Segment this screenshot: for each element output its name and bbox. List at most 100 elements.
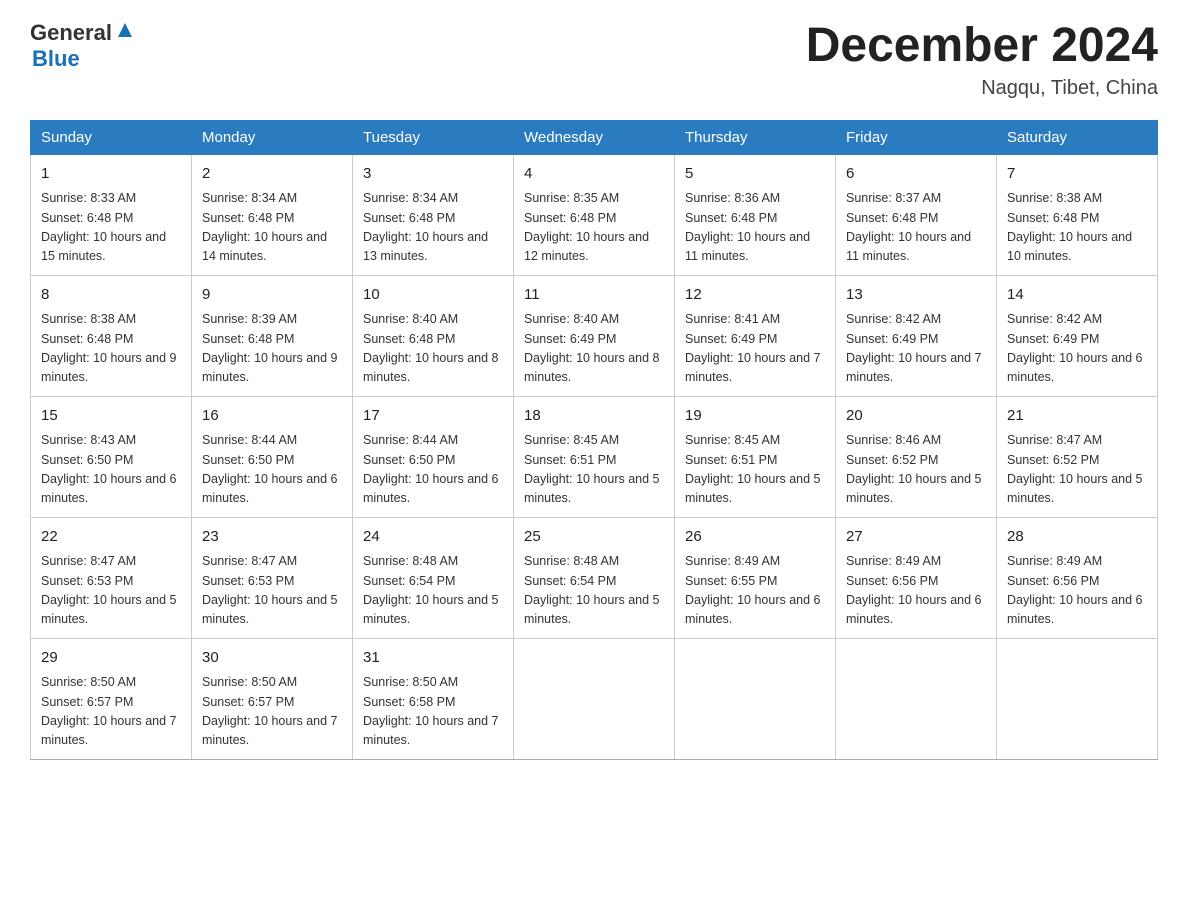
day-info: Sunrise: 8:47 AMSunset: 6:53 PMDaylight:…	[41, 552, 181, 630]
day-info: Sunrise: 8:48 AMSunset: 6:54 PMDaylight:…	[363, 552, 503, 630]
day-number: 24	[363, 526, 503, 549]
day-number: 22	[41, 526, 181, 549]
day-info: Sunrise: 8:46 AMSunset: 6:52 PMDaylight:…	[846, 431, 986, 509]
day-info: Sunrise: 8:50 AMSunset: 6:57 PMDaylight:…	[202, 673, 342, 751]
day-info: Sunrise: 8:35 AMSunset: 6:48 PMDaylight:…	[524, 189, 664, 267]
day-info: Sunrise: 8:48 AMSunset: 6:54 PMDaylight:…	[524, 552, 664, 630]
day-number: 19	[685, 405, 825, 428]
month-title: December 2024	[806, 20, 1158, 73]
calendar-cell: 28 Sunrise: 8:49 AMSunset: 6:56 PMDayligh…	[997, 517, 1158, 638]
logo: General Blue	[30, 20, 136, 72]
calendar-cell: 16 Sunrise: 8:44 AMSunset: 6:50 PMDayligh…	[192, 396, 353, 517]
calendar-cell: 4 Sunrise: 8:35 AMSunset: 6:48 PMDaylight…	[514, 154, 675, 275]
col-header-sunday: Sunday	[31, 120, 192, 154]
day-info: Sunrise: 8:38 AMSunset: 6:48 PMDaylight:…	[41, 310, 181, 388]
day-info: Sunrise: 8:36 AMSunset: 6:48 PMDaylight:…	[685, 189, 825, 267]
location-title: Nagqu, Tibet, China	[806, 77, 1158, 100]
day-number: 3	[363, 163, 503, 186]
calendar-cell: 19 Sunrise: 8:45 AMSunset: 6:51 PMDayligh…	[675, 396, 836, 517]
calendar-cell: 9 Sunrise: 8:39 AMSunset: 6:48 PMDaylight…	[192, 275, 353, 396]
day-info: Sunrise: 8:47 AMSunset: 6:52 PMDaylight:…	[1007, 431, 1147, 509]
calendar-cell: 8 Sunrise: 8:38 AMSunset: 6:48 PMDaylight…	[31, 275, 192, 396]
calendar-cell: 10Sunrise: 8:40 AMSunset: 6:48 PMDayligh…	[353, 275, 514, 396]
calendar-cell: 6Sunrise: 8:37 AMSunset: 6:48 PMDaylight…	[836, 154, 997, 275]
day-number: 14	[1007, 284, 1147, 307]
calendar-cell: 29Sunrise: 8:50 AMSunset: 6:57 PMDayligh…	[31, 638, 192, 759]
calendar-cell: 11 Sunrise: 8:40 AMSunset: 6:49 PMDayligh…	[514, 275, 675, 396]
calendar-table: SundayMondayTuesdayWednesdayThursdayFrid…	[30, 120, 1158, 760]
calendar-cell: 13Sunrise: 8:42 AMSunset: 6:49 PMDayligh…	[836, 275, 997, 396]
calendar-cell: 5 Sunrise: 8:36 AMSunset: 6:48 PMDaylight…	[675, 154, 836, 275]
day-info: Sunrise: 8:41 AMSunset: 6:49 PMDaylight:…	[685, 310, 825, 388]
day-info: Sunrise: 8:34 AMSunset: 6:48 PMDaylight:…	[363, 189, 503, 267]
day-number: 1	[41, 163, 181, 186]
calendar-cell	[997, 638, 1158, 759]
col-header-thursday: Thursday	[675, 120, 836, 154]
day-info: Sunrise: 8:37 AMSunset: 6:48 PMDaylight:…	[846, 189, 986, 267]
week-row-5: 29Sunrise: 8:50 AMSunset: 6:57 PMDayligh…	[31, 638, 1158, 759]
day-number: 17	[363, 405, 503, 428]
calendar-cell: 14 Sunrise: 8:42 AMSunset: 6:49 PMDayligh…	[997, 275, 1158, 396]
day-info: Sunrise: 8:43 AMSunset: 6:50 PMDaylight:…	[41, 431, 181, 509]
day-info: Sunrise: 8:45 AMSunset: 6:51 PMDaylight:…	[685, 431, 825, 509]
day-info: Sunrise: 8:49 AMSunset: 6:56 PMDaylight:…	[846, 552, 986, 630]
day-number: 5	[685, 163, 825, 186]
col-header-friday: Friday	[836, 120, 997, 154]
calendar-cell: 25 Sunrise: 8:48 AMSunset: 6:54 PMDayligh…	[514, 517, 675, 638]
week-row-1: 1 Sunrise: 8:33 AMSunset: 6:48 PMDaylight…	[31, 154, 1158, 275]
day-number: 26	[685, 526, 825, 549]
day-number: 25	[524, 526, 664, 549]
day-number: 7	[1007, 163, 1147, 186]
week-row-3: 15 Sunrise: 8:43 AMSunset: 6:50 PMDayligh…	[31, 396, 1158, 517]
day-number: 18	[524, 405, 664, 428]
calendar-cell: 1 Sunrise: 8:33 AMSunset: 6:48 PMDaylight…	[31, 154, 192, 275]
calendar-cell: 21 Sunrise: 8:47 AMSunset: 6:52 PMDayligh…	[997, 396, 1158, 517]
page-header: General Blue December 2024 Nagqu, Tibet,…	[30, 20, 1158, 100]
day-number: 27	[846, 526, 986, 549]
day-info: Sunrise: 8:33 AMSunset: 6:48 PMDaylight:…	[41, 189, 181, 267]
day-number: 9	[202, 284, 342, 307]
col-header-saturday: Saturday	[997, 120, 1158, 154]
day-info: Sunrise: 8:50 AMSunset: 6:58 PMDaylight:…	[363, 673, 503, 751]
calendar-cell	[675, 638, 836, 759]
day-info: Sunrise: 8:49 AMSunset: 6:56 PMDaylight:…	[1007, 552, 1147, 630]
calendar-cell: 26 Sunrise: 8:49 AMSunset: 6:55 PMDayligh…	[675, 517, 836, 638]
calendar-cell: 23Sunrise: 8:47 AMSunset: 6:53 PMDayligh…	[192, 517, 353, 638]
calendar-cell: 30 Sunrise: 8:50 AMSunset: 6:57 PMDayligh…	[192, 638, 353, 759]
day-number: 4	[524, 163, 664, 186]
col-header-tuesday: Tuesday	[353, 120, 514, 154]
calendar-cell: 31 Sunrise: 8:50 AMSunset: 6:58 PMDayligh…	[353, 638, 514, 759]
title-section: December 2024 Nagqu, Tibet, China	[806, 20, 1158, 100]
logo-general-text: General	[30, 20, 112, 46]
calendar-cell: 3 Sunrise: 8:34 AMSunset: 6:48 PMDaylight…	[353, 154, 514, 275]
logo-triangle-icon	[114, 19, 136, 41]
day-number: 13	[846, 284, 986, 307]
day-info: Sunrise: 8:44 AMSunset: 6:50 PMDaylight:…	[202, 431, 342, 509]
calendar-cell: 2Sunrise: 8:34 AMSunset: 6:48 PMDaylight…	[192, 154, 353, 275]
day-info: Sunrise: 8:47 AMSunset: 6:53 PMDaylight:…	[202, 552, 342, 630]
day-number: 30	[202, 647, 342, 670]
day-info: Sunrise: 8:40 AMSunset: 6:48 PMDaylight:…	[363, 310, 503, 388]
week-row-4: 22 Sunrise: 8:47 AMSunset: 6:53 PMDayligh…	[31, 517, 1158, 638]
day-info: Sunrise: 8:38 AMSunset: 6:48 PMDaylight:…	[1007, 189, 1147, 267]
day-number: 12	[685, 284, 825, 307]
calendar-cell: 18 Sunrise: 8:45 AMSunset: 6:51 PMDayligh…	[514, 396, 675, 517]
day-info: Sunrise: 8:44 AMSunset: 6:50 PMDaylight:…	[363, 431, 503, 509]
day-number: 15	[41, 405, 181, 428]
day-info: Sunrise: 8:39 AMSunset: 6:48 PMDaylight:…	[202, 310, 342, 388]
day-number: 21	[1007, 405, 1147, 428]
day-info: Sunrise: 8:40 AMSunset: 6:49 PMDaylight:…	[524, 310, 664, 388]
col-header-monday: Monday	[192, 120, 353, 154]
week-row-2: 8 Sunrise: 8:38 AMSunset: 6:48 PMDaylight…	[31, 275, 1158, 396]
day-number: 28	[1007, 526, 1147, 549]
calendar-cell: 20Sunrise: 8:46 AMSunset: 6:52 PMDayligh…	[836, 396, 997, 517]
day-number: 31	[363, 647, 503, 670]
day-info: Sunrise: 8:49 AMSunset: 6:55 PMDaylight:…	[685, 552, 825, 630]
calendar-cell	[836, 638, 997, 759]
day-info: Sunrise: 8:42 AMSunset: 6:49 PMDaylight:…	[1007, 310, 1147, 388]
day-number: 8	[41, 284, 181, 307]
day-number: 16	[202, 405, 342, 428]
day-number: 11	[524, 284, 664, 307]
day-info: Sunrise: 8:45 AMSunset: 6:51 PMDaylight:…	[524, 431, 664, 509]
calendar-cell: 7 Sunrise: 8:38 AMSunset: 6:48 PMDaylight…	[997, 154, 1158, 275]
